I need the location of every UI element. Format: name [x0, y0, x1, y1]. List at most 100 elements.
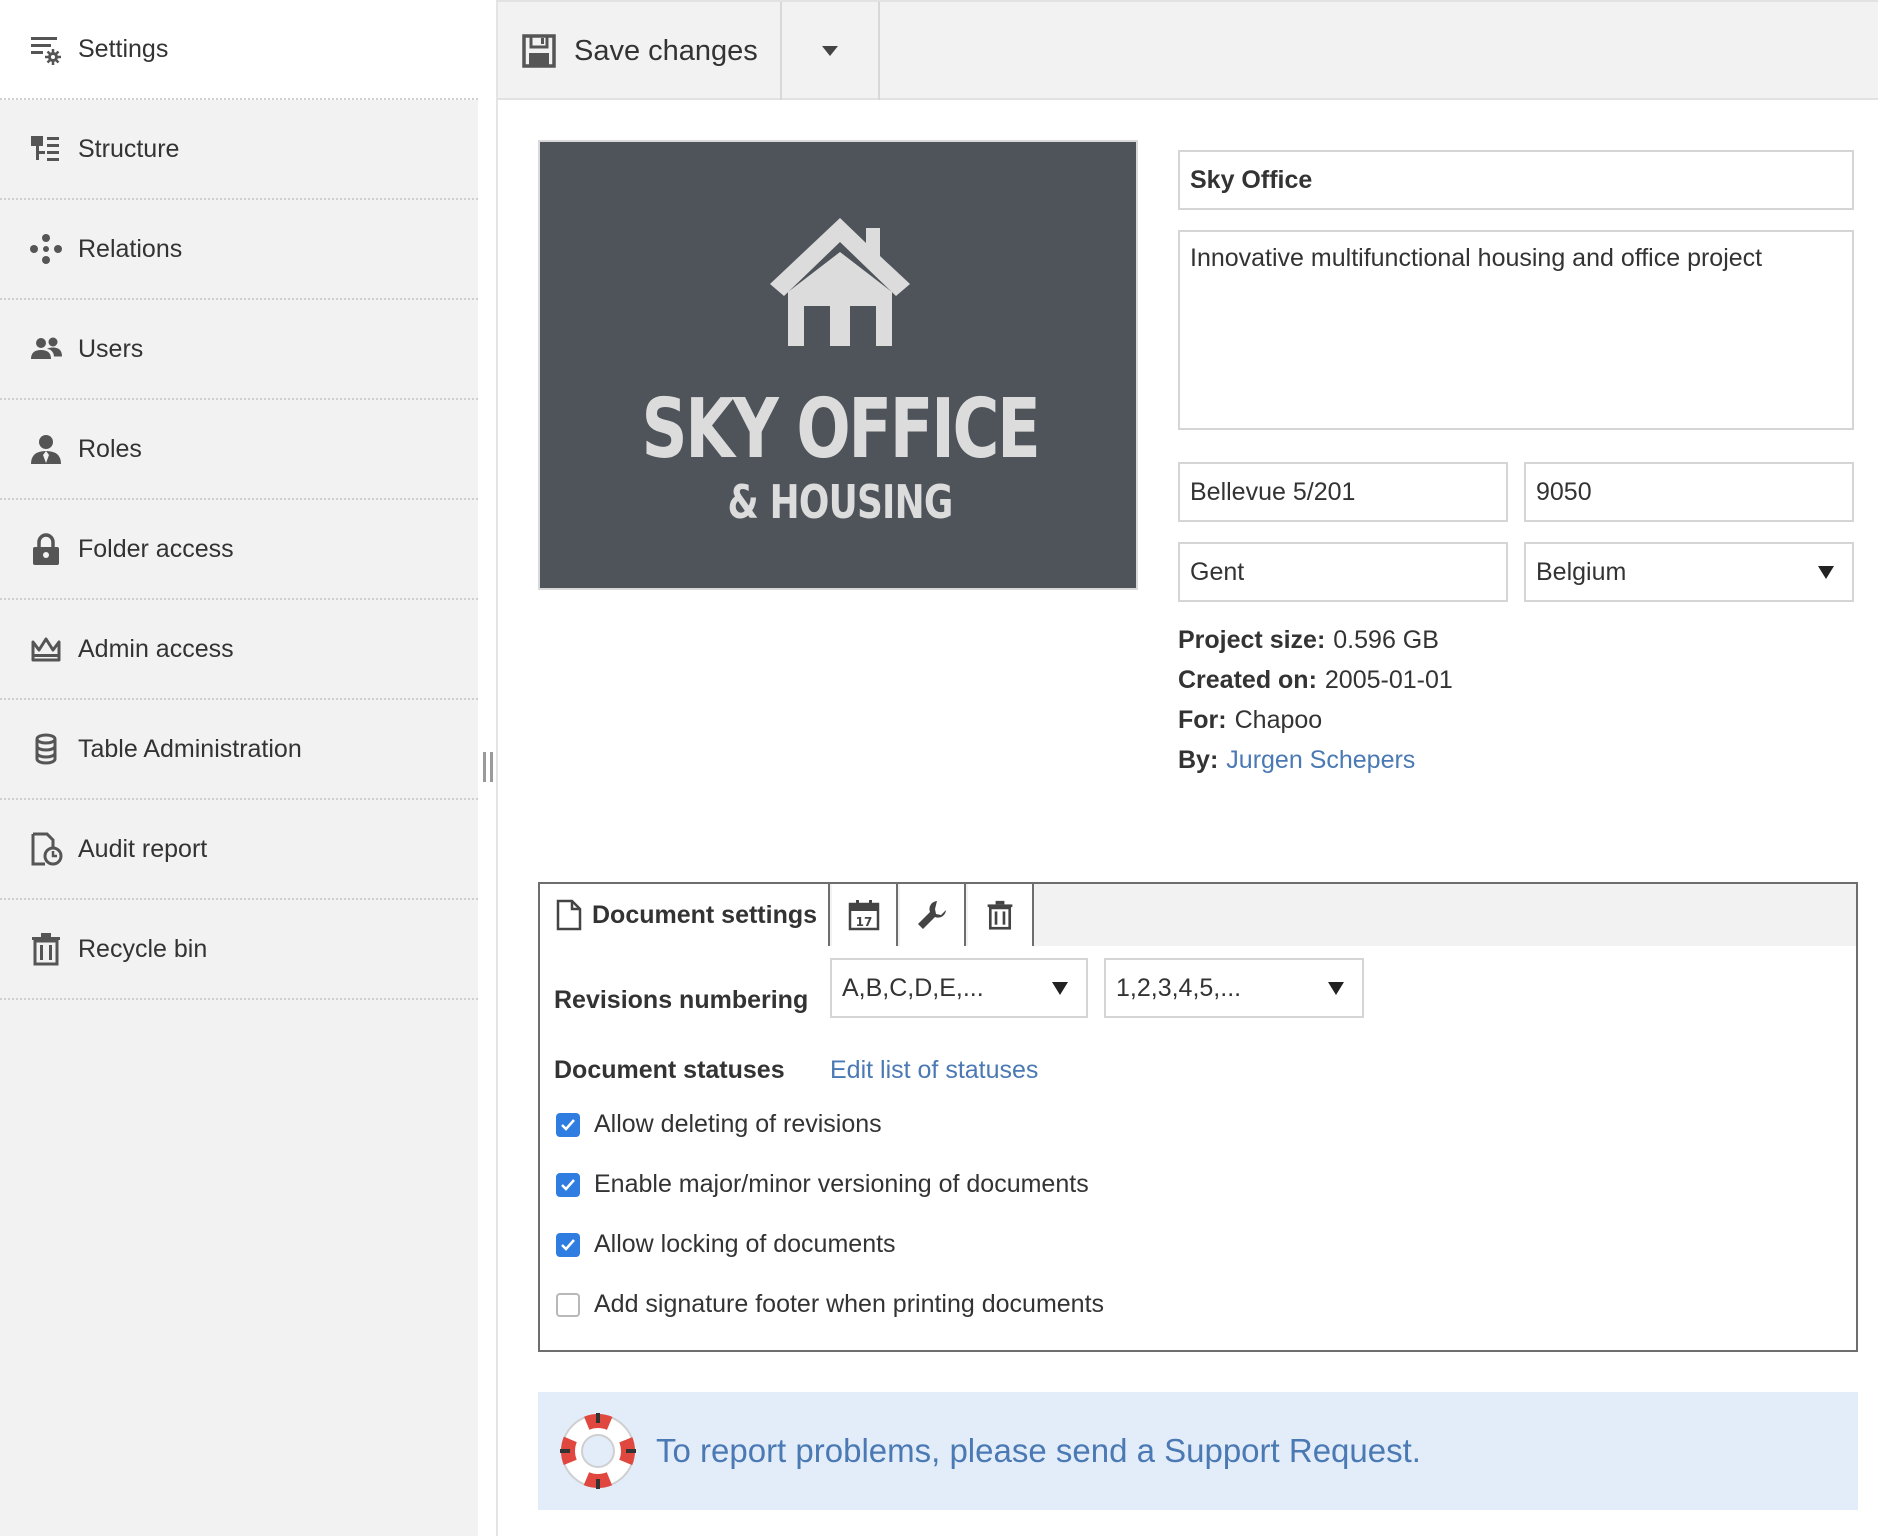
trash-icon	[987, 900, 1013, 930]
wrench-icon	[918, 901, 946, 929]
sidebar-item-roles[interactable]: Roles	[0, 400, 478, 500]
lock-icon	[28, 531, 64, 567]
audit-report-icon	[28, 831, 64, 867]
sidebar-item-label: Relations	[78, 234, 183, 263]
save-options-dropdown-button[interactable]	[782, 2, 878, 100]
allow-locking-checkbox[interactable]	[556, 1232, 580, 1257]
major-revision-value: A,B,C,D,E,...	[842, 973, 984, 1002]
logo-subtitle-text: & HOUSING	[727, 475, 953, 529]
relations-icon	[28, 231, 64, 267]
project-description-textarea[interactable]: Innovative multifunctional housing and o…	[1178, 230, 1854, 430]
country-select[interactable]: Belgium	[1524, 542, 1854, 602]
project-size-value: 0.596 GB	[1333, 626, 1439, 654]
calendar-icon: 17	[848, 900, 880, 931]
support-banner[interactable]: To report problems, please send a Suppor…	[538, 1392, 1858, 1510]
allow-deleting-revisions-label: Allow deleting of revisions	[594, 1110, 882, 1138]
created-on-value: 2005-01-01	[1324, 666, 1453, 694]
caret-down-icon	[1818, 565, 1834, 579]
tab-recycle-bin[interactable]	[968, 884, 1034, 946]
document-icon	[556, 899, 582, 931]
major-minor-versioning-label: Enable major/minor versioning of documen…	[594, 1170, 1089, 1198]
project-name-input[interactable]	[1178, 150, 1854, 210]
settings-icon	[28, 31, 64, 67]
sidebar-item-label: Recycle bin	[78, 934, 208, 963]
sidebar-item-label: Settings	[78, 34, 169, 63]
project-size-label: Project size:	[1178, 626, 1326, 654]
sidebar-item-label: Roles	[78, 434, 142, 463]
floppy-disk-icon	[522, 34, 556, 68]
sidebar-item-label: Users	[78, 334, 144, 363]
document-statuses-label: Document statuses	[554, 1056, 785, 1084]
sidebar-item-users[interactable]: Users	[0, 300, 478, 400]
created-on-row: Created on: 2005-01-01	[1178, 666, 1453, 695]
toolbar: Save changes	[498, 0, 1878, 100]
street-input[interactable]	[1178, 462, 1508, 522]
tab-document-settings[interactable]: Document settings	[540, 884, 830, 946]
major-minor-versioning-option[interactable]: Enable major/minor versioning of documen…	[556, 1170, 1089, 1199]
creator-link[interactable]: Jurgen Schepers	[1226, 746, 1415, 774]
sidebar-item-label: Structure	[78, 134, 180, 163]
lifebuoy-icon	[560, 1413, 636, 1489]
sidebar-item-label: Table Administration	[78, 734, 302, 763]
sidebar-item-admin-access[interactable]: Admin access	[0, 600, 478, 700]
signature-footer-label: Add signature footer when printing docum…	[594, 1290, 1105, 1318]
support-request-text: To report problems, please send a Suppor…	[656, 1432, 1421, 1469]
tab-document-settings-label: Document settings	[592, 900, 818, 929]
sidebar: Settings Structure Relations Users Roles…	[0, 0, 478, 1536]
created-on-label: Created on:	[1178, 666, 1317, 694]
sidebar-item-recycle-bin[interactable]: Recycle bin	[0, 900, 478, 1000]
country-select-value: Belgium	[1536, 557, 1627, 586]
sidebar-item-audit-report[interactable]: Audit report	[0, 800, 478, 900]
by-label: By:	[1178, 746, 1219, 774]
tab-calendar[interactable]: 17	[832, 884, 898, 946]
checkmark-icon	[561, 1118, 575, 1131]
allow-deleting-revisions-checkbox[interactable]	[556, 1112, 580, 1137]
minor-revision-value: 1,2,3,4,5,...	[1116, 973, 1242, 1002]
major-minor-versioning-checkbox[interactable]	[556, 1172, 580, 1197]
project-size-row: Project size: 0.596 GB	[1178, 626, 1439, 655]
house-logo-icon	[770, 218, 910, 346]
signature-footer-checkbox[interactable]	[556, 1292, 580, 1317]
users-icon	[28, 331, 64, 367]
sidebar-item-label: Admin access	[78, 634, 234, 663]
toolbar-separator	[878, 2, 880, 100]
for-row: For: Chapoo	[1178, 706, 1322, 735]
city-input[interactable]	[1178, 542, 1508, 602]
document-settings-panel: Document settings 17 Revisions numbering…	[538, 882, 1858, 1352]
sidebar-item-table-administration[interactable]: Table Administration	[0, 700, 478, 800]
save-changes-label: Save changes	[574, 34, 758, 67]
minor-revision-select[interactable]: 1,2,3,4,5,...	[1104, 958, 1364, 1018]
save-changes-button[interactable]: Save changes	[498, 2, 780, 100]
svg-text:17: 17	[856, 915, 873, 929]
logo-title-text: SKY OFFICE	[641, 382, 1041, 477]
for-value: Chapoo	[1234, 706, 1323, 734]
caret-down-icon	[1328, 981, 1344, 995]
sidebar-item-relations[interactable]: Relations	[0, 200, 478, 300]
by-row: By: Jurgen Schepers	[1178, 746, 1415, 775]
sidebar-item-label: Audit report	[78, 834, 208, 863]
trash-icon	[28, 931, 64, 967]
sidebar-item-settings[interactable]: Settings	[0, 0, 478, 100]
major-revision-select[interactable]: A,B,C,D,E,...	[830, 958, 1088, 1018]
pane-divider	[496, 0, 498, 1536]
project-logo[interactable]: SKY OFFICE & HOUSING	[538, 140, 1138, 590]
allow-locking-option[interactable]: Allow locking of documents	[556, 1230, 896, 1259]
allow-locking-label: Allow locking of documents	[594, 1230, 896, 1258]
sidebar-resize-handle[interactable]	[480, 752, 496, 786]
checkmark-icon	[561, 1238, 575, 1251]
postal-code-input[interactable]	[1524, 462, 1854, 522]
crown-icon	[28, 631, 64, 667]
role-icon	[28, 431, 64, 467]
allow-deleting-revisions-option[interactable]: Allow deleting of revisions	[556, 1110, 882, 1139]
revisions-numbering-label: Revisions numbering	[554, 986, 809, 1014]
tab-tools[interactable]	[900, 884, 966, 946]
panel-tabs: Document settings 17	[540, 884, 1856, 946]
for-label: For:	[1178, 706, 1227, 734]
signature-footer-option[interactable]: Add signature footer when printing docum…	[556, 1290, 1104, 1319]
sidebar-item-folder-access[interactable]: Folder access	[0, 500, 478, 600]
checkmark-icon	[561, 1178, 575, 1191]
sidebar-item-label: Folder access	[78, 534, 234, 563]
edit-statuses-link[interactable]: Edit list of statuses	[830, 1056, 1038, 1085]
sidebar-item-structure[interactable]: Structure	[0, 100, 478, 200]
structure-icon	[28, 131, 64, 167]
